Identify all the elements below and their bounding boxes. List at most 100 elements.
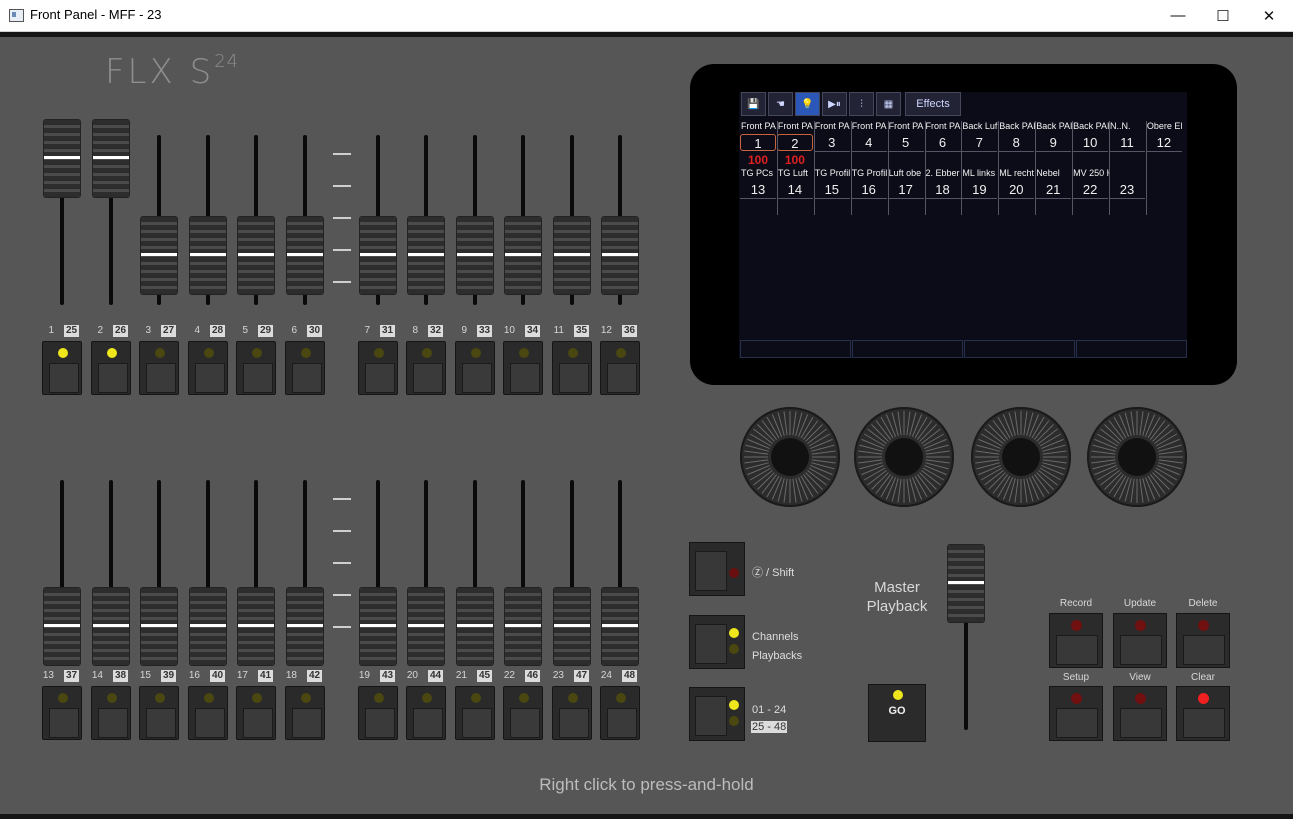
fader-11[interactable] xyxy=(552,113,592,328)
bulb-tab[interactable]: 💡 xyxy=(795,92,820,116)
fader-button-4[interactable] xyxy=(188,341,228,395)
channel-cell-5[interactable]: Front PA 5 xyxy=(887,121,924,165)
minimize-button[interactable]: — xyxy=(1155,0,1201,31)
channel-cell-14[interactable]: TG Luft 14 xyxy=(776,168,813,212)
record-button[interactable] xyxy=(1049,613,1103,668)
lcd-status-cell[interactable] xyxy=(740,340,851,358)
fader-knob[interactable] xyxy=(44,588,80,665)
channel-cell-20[interactable]: ML recht 20 xyxy=(998,168,1035,212)
fader-knob[interactable] xyxy=(602,217,638,294)
save-tab[interactable]: 💾 xyxy=(741,92,766,116)
fader-button-19[interactable] xyxy=(358,686,398,740)
encoder-wheel-3[interactable] xyxy=(971,407,1071,507)
fader-15[interactable] xyxy=(139,458,179,673)
channel-cell-16[interactable]: TG Profil 16 xyxy=(850,168,887,212)
fader-button-1[interactable] xyxy=(42,341,82,395)
close-button[interactable]: ✕ xyxy=(1246,0,1292,31)
fader-button-6[interactable] xyxy=(285,341,325,395)
lcd-status-cell[interactable] xyxy=(964,340,1075,358)
maximize-button[interactable]: ☐ xyxy=(1200,0,1246,31)
channel-cell-23[interactable]: 23 xyxy=(1109,168,1145,212)
fader-button-2[interactable] xyxy=(91,341,131,395)
fader-16[interactable] xyxy=(188,458,228,673)
fader-button-11[interactable] xyxy=(552,341,592,395)
grid-tab[interactable]: ▦ xyxy=(876,92,901,116)
palette-hand-tab[interactable]: ☚ xyxy=(768,92,793,116)
fader-button-17[interactable] xyxy=(236,686,276,740)
fader-button-10[interactable] xyxy=(503,341,543,395)
encoder-wheel-2[interactable] xyxy=(854,407,954,507)
fader-button-21[interactable] xyxy=(455,686,495,740)
fader-button-14[interactable] xyxy=(91,686,131,740)
clear-button[interactable] xyxy=(1176,686,1230,741)
effects-tab[interactable]: Effects xyxy=(905,92,961,116)
fader-knob[interactable] xyxy=(408,217,444,294)
fader-24[interactable] xyxy=(600,458,640,673)
fader-5[interactable] xyxy=(236,113,276,328)
fader-button-3[interactable] xyxy=(139,341,179,395)
fader-button-9[interactable] xyxy=(455,341,495,395)
fader-knob[interactable] xyxy=(93,119,129,197)
fader-20[interactable] xyxy=(406,458,446,673)
shift-button[interactable] xyxy=(689,542,745,596)
fader-knob[interactable] xyxy=(287,217,323,294)
fader-knob[interactable] xyxy=(141,588,177,665)
page-button[interactable] xyxy=(689,687,745,741)
fader-knob[interactable] xyxy=(457,588,493,665)
lcd-status-cell[interactable] xyxy=(852,340,963,358)
delete-button[interactable] xyxy=(1176,613,1230,668)
fader-knob[interactable] xyxy=(238,217,274,294)
fader-button-7[interactable] xyxy=(358,341,398,395)
channel-cell-15[interactable]: TG Profil 15 xyxy=(813,168,850,212)
fader-8[interactable] xyxy=(406,113,446,328)
fader-button-22[interactable] xyxy=(503,686,543,740)
lcd-status-cell[interactable] xyxy=(1076,340,1187,358)
channel-cell-17[interactable]: Luft obe 17 xyxy=(887,168,924,212)
fader-1[interactable] xyxy=(42,113,82,328)
mode-button[interactable] xyxy=(689,615,745,669)
master-fader[interactable] xyxy=(946,535,986,735)
fader-2[interactable] xyxy=(91,113,131,328)
fader-knob[interactable] xyxy=(141,217,177,294)
fader-23[interactable] xyxy=(552,458,592,673)
fader-knob[interactable] xyxy=(602,588,638,665)
fader-button-15[interactable] xyxy=(139,686,179,740)
fader-knob[interactable] xyxy=(190,588,226,665)
channel-cell-6[interactable]: Front PA 6 xyxy=(924,121,961,165)
fader-19[interactable] xyxy=(358,458,398,673)
fader-knob[interactable] xyxy=(408,588,444,665)
fader-button-13[interactable] xyxy=(42,686,82,740)
channel-cell-21[interactable]: Nebel 21 xyxy=(1035,168,1072,212)
fader-knob[interactable] xyxy=(554,217,590,294)
play-pause-tab[interactable]: ▶⏸ xyxy=(822,92,847,116)
fader-button-18[interactable] xyxy=(285,686,325,740)
channel-cell-3[interactable]: Front PA 3 xyxy=(813,121,850,165)
fader-18[interactable] xyxy=(285,458,325,673)
channel-cell-4[interactable]: Front PA 4 xyxy=(850,121,887,165)
fader-button-12[interactable] xyxy=(600,341,640,395)
fader-knob[interactable] xyxy=(93,588,129,665)
fader-14[interactable] xyxy=(91,458,131,673)
channel-cell-22[interactable]: MV 250 H 22 xyxy=(1072,168,1109,212)
channel-cell-13[interactable]: TG PCs 13 xyxy=(740,168,776,212)
channel-cell-12[interactable]: Obere El 12 xyxy=(1145,121,1182,165)
go-button[interactable]: GO xyxy=(868,684,926,742)
encoder-wheel-1[interactable] xyxy=(740,407,840,507)
fader-6[interactable] xyxy=(285,113,325,328)
fader-knob[interactable] xyxy=(287,588,323,665)
setup-button[interactable] xyxy=(1049,686,1103,741)
fader-7[interactable] xyxy=(358,113,398,328)
master-fader-knob[interactable] xyxy=(948,544,984,622)
fader-21[interactable] xyxy=(455,458,495,673)
fader-10[interactable] xyxy=(503,113,543,328)
fader-22[interactable] xyxy=(503,458,543,673)
fader-knob[interactable] xyxy=(190,217,226,294)
fader-4[interactable] xyxy=(188,113,228,328)
fader-13[interactable] xyxy=(42,458,82,673)
channel-cell-2[interactable]: Front PA 2 100 xyxy=(776,121,813,167)
channel-cell-10[interactable]: Back PAI 10 xyxy=(1072,121,1109,165)
fader-button-24[interactable] xyxy=(600,686,640,740)
fader-17[interactable] xyxy=(236,458,276,673)
fader-button-16[interactable] xyxy=(188,686,228,740)
fader-button-20[interactable] xyxy=(406,686,446,740)
